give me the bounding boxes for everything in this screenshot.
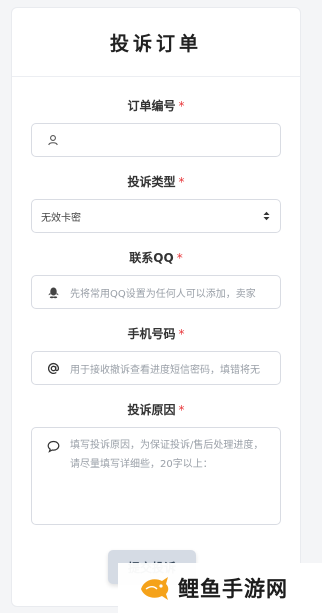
- watermark: 鲤鱼手游网: [118, 563, 322, 613]
- required-mark: *: [178, 403, 185, 417]
- comment-icon: [46, 439, 60, 453]
- phone-label: 手机号码 *: [127, 327, 185, 341]
- order-no-input[interactable]: [31, 123, 281, 157]
- complaint-type-value: 无效卡密: [41, 212, 81, 224]
- complaint-type-select[interactable]: 无效卡密: [31, 199, 281, 233]
- order-no-field: 订单编号 *: [31, 98, 281, 157]
- contact-qq-input[interactable]: 先将常用QQ设置为任何人可以添加，卖家: [31, 275, 281, 309]
- contact-qq-field: 联系QQ * 先将常用QQ设置为任何人可以添加，卖家: [31, 250, 281, 309]
- required-mark: *: [176, 251, 183, 265]
- reason-placeholder: 填写投诉原因，为保证投诉/售后处理进度，请尽量填写详细些，20字以上：: [70, 440, 264, 470]
- required-mark: *: [178, 175, 185, 189]
- phone-placeholder: 用于接收撤诉查看进度短信密码，填错将无: [70, 364, 260, 376]
- required-mark: *: [178, 327, 185, 341]
- reason-field: 投诉原因 * 填写投诉原因，为保证投诉/售后处理进度，请尽量填写详细些，20字以上…: [31, 402, 281, 525]
- contact-qq-placeholder: 先将常用QQ设置为任何人可以添加，卖家: [70, 288, 256, 300]
- complaint-card: 投诉订单 订单编号 * 投诉类型 * 无效卡密 联系QQ * 先将常用QQ设置为任何人…: [11, 7, 301, 607]
- user-icon: [46, 133, 60, 147]
- required-mark: *: [178, 99, 185, 113]
- complaint-type-field: 投诉类型 * 无效卡密: [31, 174, 281, 233]
- complaint-type-label: 投诉类型 *: [127, 175, 185, 189]
- reason-label: 投诉原因 *: [127, 403, 185, 417]
- sort-caret-icon: [263, 211, 270, 221]
- phone-field: 手机号码 * 用于接收撤诉查看进度短信密码，填错将无: [31, 326, 281, 385]
- reason-textarea[interactable]: 填写投诉原因，为保证投诉/售后处理进度，请尽量填写详细些，20字以上：: [31, 427, 281, 525]
- order-no-label: 订单编号 *: [127, 99, 185, 113]
- at-icon: [46, 361, 60, 375]
- phone-input[interactable]: 用于接收撤诉查看进度短信密码，填错将无: [31, 351, 281, 385]
- page-title: 投诉订单: [109, 32, 202, 55]
- carp-logo-icon: [141, 577, 169, 600]
- card-header: 投诉订单: [12, 8, 300, 77]
- watermark-text: 鲤鱼手游网: [178, 577, 288, 601]
- qq-icon: [46, 285, 60, 299]
- contact-qq-label: 联系QQ *: [129, 251, 183, 265]
- resize-handle-icon[interactable]: [272, 516, 278, 522]
